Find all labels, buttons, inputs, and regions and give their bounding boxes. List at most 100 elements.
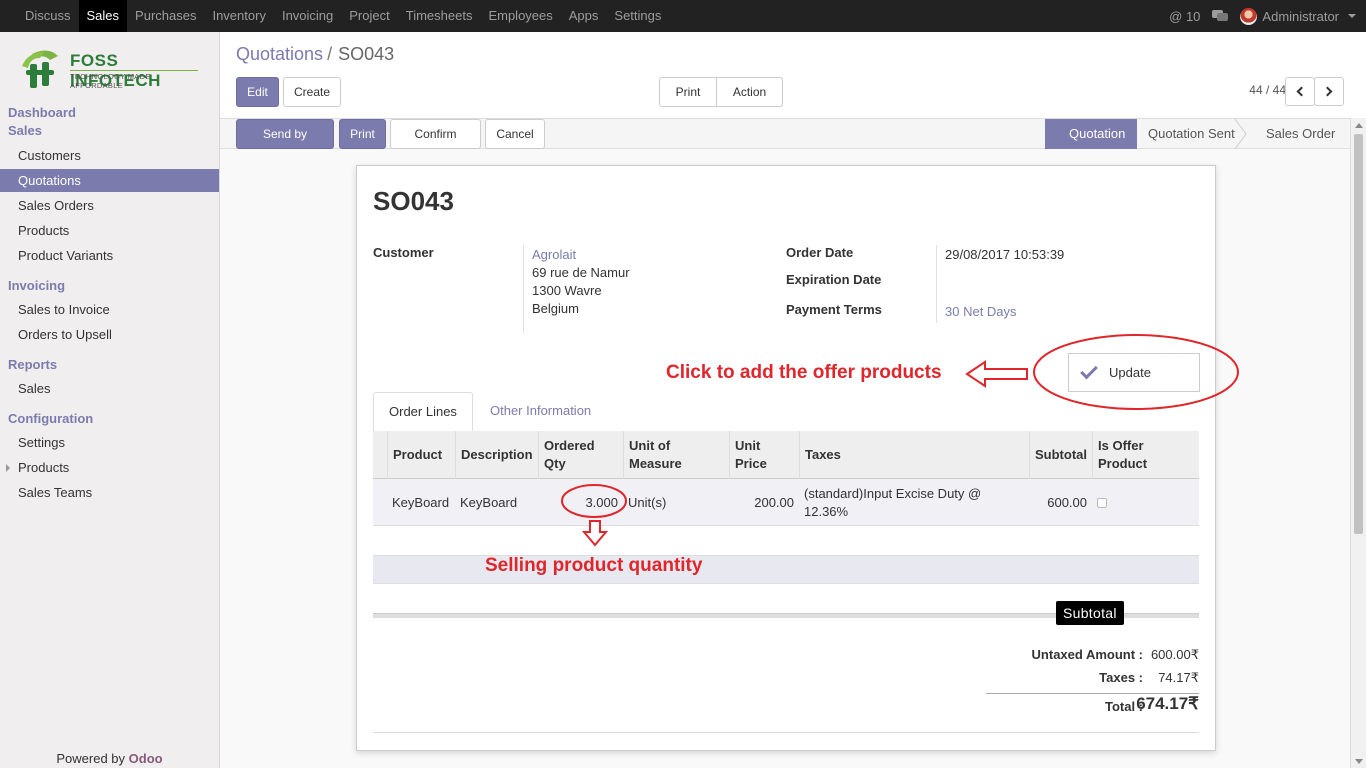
col-is-offer-product[interactable]: Is Offer Product [1092,431,1199,479]
sheet-bottom-divider [373,732,1199,733]
sidebar-item-config-products[interactable]: Products [0,456,219,479]
table-row[interactable]: KeyBoard KeyBoard 3.000 Unit(s) 200.00 (… [373,479,1199,526]
col-subtotal[interactable]: Subtotal [1029,431,1092,479]
col-unit-of-measure[interactable]: Unit of Measure [623,431,729,479]
taxes-value: 74.17₹ [1158,670,1199,685]
sidebar-section-configuration: Configuration [8,411,94,426]
col-ordered-qty[interactable]: Ordered Qty [538,431,623,479]
form-sheet: SO043 Customer Agrolait 69 rue de Namur … [356,165,1239,751]
total-label: Total : [1104,699,1143,714]
menu-timesheets[interactable]: Timesheets [398,0,481,32]
offer-checkbox[interactable] [1097,497,1107,508]
action-dropdown[interactable]: Action [716,77,783,123]
main-content: Quotations / SO043 Edit Create Print Actio… [220,32,1366,768]
col-product[interactable]: Product [387,431,455,479]
untaxed-label: Untaxed Amount : [1031,647,1143,662]
cancel-button[interactable]: Cancel [485,119,545,149]
order-date-label: Order Date [786,245,854,260]
field-divider [523,245,524,333]
scroll-thumb[interactable] [1354,134,1363,534]
stage-quotation-sent[interactable]: Quotation Sent [1126,119,1247,149]
top-navbar: Discuss Sales Purchases Inventory Invoic… [0,0,1366,32]
print-button[interactable]: Print [339,119,386,149]
sidebar-item-customers[interactable]: Customers [0,144,219,167]
avatar [1240,7,1258,25]
table-header: Product Description Ordered Qty Unit of … [373,431,1199,479]
sidebar-item-settings[interactable]: Settings [0,431,219,454]
pager-next[interactable] [1314,77,1344,106]
menu-settings[interactable]: Settings [606,0,669,32]
chat-icon[interactable] [1212,10,1229,22]
confirm-sale-button[interactable]: Confirm Sale [390,119,481,169]
cell-is-offer [1097,479,1107,526]
sidebar-item-products[interactable]: Products [0,219,219,242]
create-button[interactable]: Create [283,77,341,107]
menu-invoicing[interactable]: Invoicing [274,0,341,32]
user-menu[interactable]: Administrator [1240,7,1356,25]
menu-employees[interactable]: Employees [480,0,560,32]
menu-project[interactable]: Project [341,0,397,32]
cell-description: KeyBoard [460,494,518,510]
sidebar-item-sales-to-invoice[interactable]: Sales to Invoice [0,298,219,321]
menu-apps[interactable]: Apps [561,0,607,32]
edit-button[interactable]: Edit [236,77,279,107]
sidebar-item-sales-teams[interactable]: Sales Teams [0,481,219,504]
logo-mark-icon [22,50,58,88]
menu-discuss[interactable]: Discuss [17,0,79,32]
company-logo: FOSS INFOTECH TECHNOLOGY MADE AFFORDABLE [18,46,202,94]
cell-subtotal: 600.00 [1047,494,1087,510]
pager-previous[interactable] [1285,77,1315,106]
menu-sales[interactable]: Sales [78,0,128,32]
sidebar-item-product-variants[interactable]: Product Variants [0,244,219,267]
menu-purchases[interactable]: Purchases [127,0,204,32]
chevron-down-icon [1348,14,1356,18]
tooltip-subtotal: Subtotal [1056,601,1124,625]
odoo-link[interactable]: Odoo [129,751,163,766]
pager-value[interactable]: 44 / 44 [1249,83,1286,97]
scrollbar[interactable] [1350,118,1366,768]
address-line-3: Belgium [532,301,579,316]
col-unit-price[interactable]: Unit Price [729,431,799,479]
col-ordered-qty-label: Ordered Qty [544,438,595,471]
scroll-up-icon[interactable] [1355,123,1363,128]
chevron-right-icon [1322,86,1333,97]
expiration-date-label: Expiration Date [786,272,882,287]
systray: @ 10 Administrator [1169,0,1356,32]
sidebar-item-reports-sales[interactable]: Sales [0,377,219,400]
sidebar-item-quotations[interactable]: Quotations [0,169,219,192]
order-date-value[interactable]: 29/08/2017 10:53:39 [945,247,1064,262]
sidebar-item-orders-to-upsell[interactable]: Orders to Upsell [0,323,219,346]
total-value: 674.17₹ [1136,694,1199,713]
sidebar-item-sales-orders[interactable]: Sales Orders [0,194,219,217]
col-description[interactable]: Description [455,431,538,479]
send-by-email-button[interactable]: Send by Email [236,119,334,169]
payment-terms-value[interactable]: 30 Net Days [945,304,1017,319]
sidebar: FOSS INFOTECH TECHNOLOGY MADE AFFORDABLE… [0,32,220,768]
menu-inventory[interactable]: Inventory [204,0,273,32]
sidebar-section-sales: Sales [8,123,42,138]
payment-terms-label: Payment Terms [786,302,882,317]
address-line-2: 1300 Wavre [532,283,602,298]
annotation-offer-products: Click to add the offer products [666,362,942,383]
stage-quotation[interactable]: Quotation [1047,119,1138,149]
breadcrumb-current: SO043 [338,44,395,64]
expand-arrow-icon[interactable] [6,464,10,472]
col-taxes[interactable]: Taxes [799,431,1029,479]
action-label: Action [732,85,767,99]
customer-label: Customer [373,245,434,260]
col-uom-label: Unit of Measure [629,438,682,471]
col-unit-price-label: Unit Price [735,438,767,471]
mentions-counter[interactable]: @ 10 [1169,9,1200,24]
tab-other-information[interactable]: Other Information [475,392,606,432]
address-line-1: 69 rue de Namur [532,265,630,280]
sidebar-item-label: Products [18,460,70,475]
print-dropdown[interactable]: Print [659,77,717,123]
breadcrumb: Quotations / SO043 [236,44,394,65]
tab-order-lines[interactable]: Order Lines [373,392,473,432]
breadcrumb-quotations[interactable]: Quotations [236,44,323,64]
stage-sales-order[interactable]: Sales Order [1244,119,1347,149]
customer-name[interactable]: Agrolait [532,247,576,262]
scroll-down-icon[interactable] [1355,759,1363,764]
form-statusbar: Send by Email Print Confirm Sale Cancel … [220,118,1350,169]
sidebar-dashboard[interactable]: Dashboard [8,105,76,120]
